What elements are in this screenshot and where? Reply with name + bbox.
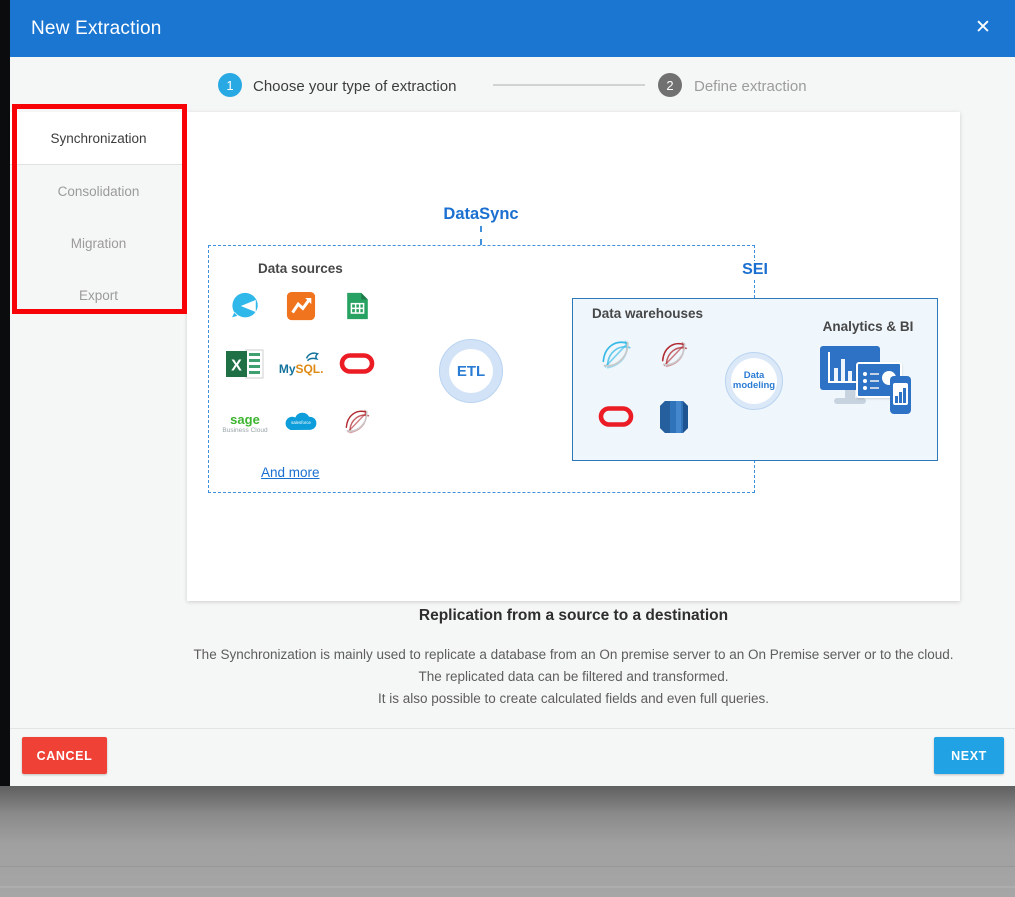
datasync-label: DataSync — [443, 205, 518, 224]
and-more-link[interactable]: And more — [261, 465, 320, 480]
dialog-title: New Extraction — [31, 18, 162, 40]
description-line: It is also possible to create calculated… — [137, 688, 1010, 710]
cancel-button[interactable]: CANCEL — [22, 737, 107, 774]
dimmed-page-background — [0, 786, 1015, 897]
extraction-type-tabs: Synchronization Consolidation Migration … — [10, 112, 187, 321]
description-heading: Replication from a source to a destinati… — [187, 607, 960, 625]
background-band — [0, 886, 1015, 888]
data-modeling-circle: Data modeling — [725, 352, 783, 410]
tab-synchronization[interactable]: Synchronization — [10, 112, 187, 165]
new-extraction-dialog: New Extraction ✕ 1 Choose your type of e… — [10, 0, 1015, 786]
sql-server-cyan-icon — [597, 336, 635, 379]
datasync-app-icon — [230, 291, 260, 326]
data-sources-grid: X My SQL. sage Business Cloud salesforce — [217, 288, 385, 444]
warehouses-grid — [587, 331, 703, 445]
salesforce-icon: salesforce — [282, 408, 320, 440]
tab-export[interactable]: Export — [10, 269, 187, 321]
tab-consolidation[interactable]: Consolidation — [10, 165, 187, 217]
description-line: The replicated data can be filtered and … — [137, 666, 1010, 688]
analytics-bi-title: Analytics & BI — [803, 319, 933, 334]
step-2-label: Define extraction — [694, 78, 807, 95]
data-modeling-label: Data modeling — [731, 358, 777, 404]
next-button[interactable]: NEXT — [934, 737, 1004, 774]
excel-icon: X — [226, 349, 264, 384]
dialog-header: New Extraction ✕ — [10, 0, 1015, 57]
oracle-icon — [339, 351, 375, 381]
sql-server-red-icon — [657, 338, 691, 377]
data-warehouses-title: Data warehouses — [592, 306, 703, 321]
svg-text:X: X — [231, 357, 242, 374]
step-1-indicator: 1 — [218, 73, 242, 97]
diagram-card: DataSync Data sources — [187, 112, 960, 601]
oracle-warehouse-icon — [598, 404, 634, 434]
phone-chart-icon — [890, 376, 911, 414]
analytics-bi-illustration — [820, 346, 912, 420]
step-1-label: Choose your type of extraction — [253, 78, 456, 95]
google-sheets-icon — [345, 291, 370, 326]
sei-box: Data warehouses Data model — [572, 298, 938, 461]
description-body: The Synchronization is mainly used to re… — [137, 644, 1010, 710]
sql-server-icon — [341, 406, 373, 443]
background-band — [0, 866, 1015, 867]
footer-divider — [10, 728, 1015, 729]
step-2-indicator: 2 — [658, 73, 682, 97]
tab-migration[interactable]: Migration — [10, 217, 187, 269]
stepper-connector — [493, 84, 645, 86]
google-analytics-icon — [286, 291, 316, 326]
etl-circle: ETL — [439, 339, 503, 403]
etl-label: ETL — [449, 349, 493, 393]
data-sources-title: Data sources — [258, 261, 343, 276]
description-line: The Synchronization is mainly used to re… — [137, 644, 1010, 666]
svg-text:SQL.: SQL. — [295, 362, 323, 376]
svg-text:salesforce: salesforce — [291, 420, 311, 425]
svg-text:My: My — [279, 362, 296, 376]
mysql-icon: My SQL. — [277, 349, 325, 384]
close-icon[interactable]: ✕ — [971, 16, 995, 40]
amazon-redshift-icon — [659, 399, 689, 440]
datasync-connector-line — [480, 226, 482, 245]
sage-business-cloud-icon: sage Business Cloud — [222, 413, 267, 435]
sei-label: SEI — [737, 261, 773, 279]
